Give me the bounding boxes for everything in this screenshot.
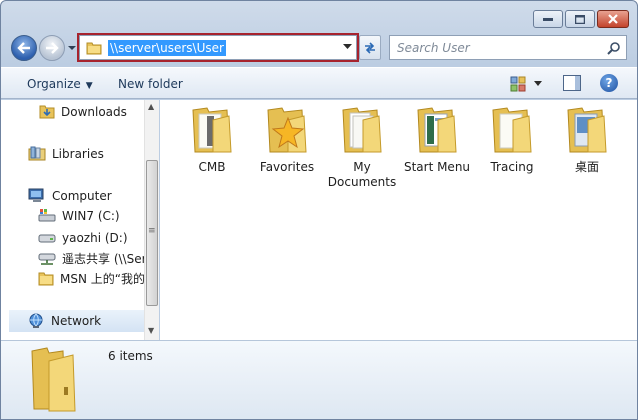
nav-label: MSN 上的“我的 bbox=[60, 272, 145, 286]
maximize-icon bbox=[575, 14, 585, 24]
nav-label: Network bbox=[51, 314, 102, 328]
arrow-left-icon bbox=[17, 42, 30, 54]
navigation-pane: Downloads Libraries Computer WIN7 (C:) y… bbox=[1, 100, 159, 340]
file-item-favorites[interactable]: Favorites bbox=[249, 106, 325, 175]
close-icon bbox=[608, 14, 618, 24]
forward-button[interactable] bbox=[39, 35, 65, 61]
nav-label: Computer bbox=[52, 188, 112, 203]
close-button[interactable] bbox=[597, 10, 629, 28]
file-name: Tracing bbox=[490, 160, 534, 174]
file-item-start-menu[interactable]: Start Menu bbox=[399, 106, 475, 175]
refresh-button[interactable] bbox=[359, 35, 381, 60]
new-folder-button[interactable]: New folder bbox=[118, 77, 183, 91]
back-button[interactable] bbox=[11, 35, 37, 61]
nav-item-downloads[interactable]: Downloads bbox=[39, 104, 127, 119]
folder-icon bbox=[38, 272, 54, 286]
preview-pane-button[interactable] bbox=[563, 75, 581, 91]
organize-label: Organize bbox=[27, 77, 81, 91]
caret-down-icon: ▼ bbox=[85, 81, 93, 91]
file-name: Start Menu bbox=[403, 160, 471, 174]
desktop-folder-icon bbox=[567, 107, 607, 153]
downloads-folder-icon bbox=[39, 105, 55, 119]
hard-drive-icon bbox=[38, 234, 56, 243]
start-menu-folder-icon bbox=[417, 107, 457, 153]
libraries-icon bbox=[28, 146, 46, 161]
maximize-button[interactable] bbox=[565, 10, 595, 28]
nav-item-network-share[interactable]: 遥志共享 (\\Ser bbox=[38, 250, 147, 267]
details-pane: 6 items bbox=[1, 340, 637, 419]
minimize-icon bbox=[543, 18, 553, 21]
change-view-icon[interactable] bbox=[510, 76, 526, 92]
network-drive-icon bbox=[38, 253, 56, 265]
scroll-up-arrow-icon[interactable]: ▲ bbox=[148, 102, 154, 111]
file-name: My Documents bbox=[327, 160, 397, 189]
documents-folder-icon bbox=[342, 107, 382, 153]
address-bar[interactable]: \\server\users\User bbox=[77, 33, 359, 62]
view-options-dropdown[interactable] bbox=[534, 81, 542, 86]
scroll-down-arrow-icon[interactable]: ▼ bbox=[148, 326, 154, 335]
file-name: CMB bbox=[198, 160, 226, 174]
file-name: Favorites bbox=[259, 160, 315, 174]
file-item-my-documents[interactable]: My Documents bbox=[324, 106, 400, 190]
favorites-folder-icon bbox=[267, 107, 307, 153]
nav-item-computer[interactable]: Computer bbox=[28, 188, 112, 203]
folder-icon bbox=[192, 107, 232, 153]
file-item-tracing[interactable]: Tracing bbox=[474, 106, 550, 175]
file-item-desktop[interactable]: 桌面 bbox=[549, 106, 625, 175]
nav-label: Downloads bbox=[61, 104, 127, 119]
system-drive-icon bbox=[38, 209, 56, 222]
search-box[interactable]: Search User bbox=[389, 35, 627, 60]
folder-icon bbox=[86, 42, 102, 54]
organize-menu[interactable]: Organize ▼ bbox=[27, 77, 93, 91]
search-icon[interactable] bbox=[607, 41, 621, 55]
nav-label: Libraries bbox=[52, 146, 104, 161]
nav-item-win7[interactable]: WIN7 (C:) bbox=[38, 208, 120, 223]
recent-pages-dropdown[interactable] bbox=[67, 41, 77, 55]
file-item-cmb[interactable]: CMB bbox=[174, 106, 250, 175]
refresh-icon bbox=[365, 41, 375, 54]
nav-label: WIN7 (C:) bbox=[62, 208, 120, 223]
command-bar: Organize ▼ New folder ? bbox=[1, 67, 637, 99]
minimize-button[interactable] bbox=[533, 10, 563, 28]
search-input[interactable]: Search User bbox=[397, 41, 470, 55]
nav-item-libraries[interactable]: Libraries bbox=[28, 146, 104, 161]
item-count: 6 items bbox=[108, 349, 153, 363]
help-button[interactable]: ? bbox=[600, 74, 618, 92]
nav-label: yaozhi (D:) bbox=[62, 230, 128, 245]
folder-large-icon bbox=[31, 347, 76, 412]
caption-buttons bbox=[533, 10, 629, 28]
nav-item-network[interactable]: Network bbox=[9, 310, 145, 332]
file-list: CMB Favorites My Documents Start Menu Tr… bbox=[160, 100, 637, 340]
address-path[interactable]: \\server\users\User bbox=[108, 39, 226, 56]
nav-item-msn[interactable]: MSN 上的“我的 bbox=[38, 270, 145, 287]
nav-label: 遥志共享 (\\Ser bbox=[62, 252, 147, 266]
explorer-window: \\server\users\User Search User Organize… bbox=[0, 0, 638, 420]
folder-icon bbox=[492, 107, 532, 153]
computer-icon bbox=[28, 188, 44, 202]
chevron-down-icon[interactable] bbox=[343, 44, 352, 50]
network-globe-icon bbox=[29, 313, 43, 328]
nav-item-yaozhi[interactable]: yaozhi (D:) bbox=[38, 230, 128, 245]
arrow-right-icon bbox=[46, 42, 59, 54]
file-name: 桌面 bbox=[574, 160, 599, 174]
nav-scrollbar[interactable]: ▲ ≡ ▼ bbox=[144, 100, 159, 340]
scroll-grip-icon: ≡ bbox=[148, 226, 156, 236]
